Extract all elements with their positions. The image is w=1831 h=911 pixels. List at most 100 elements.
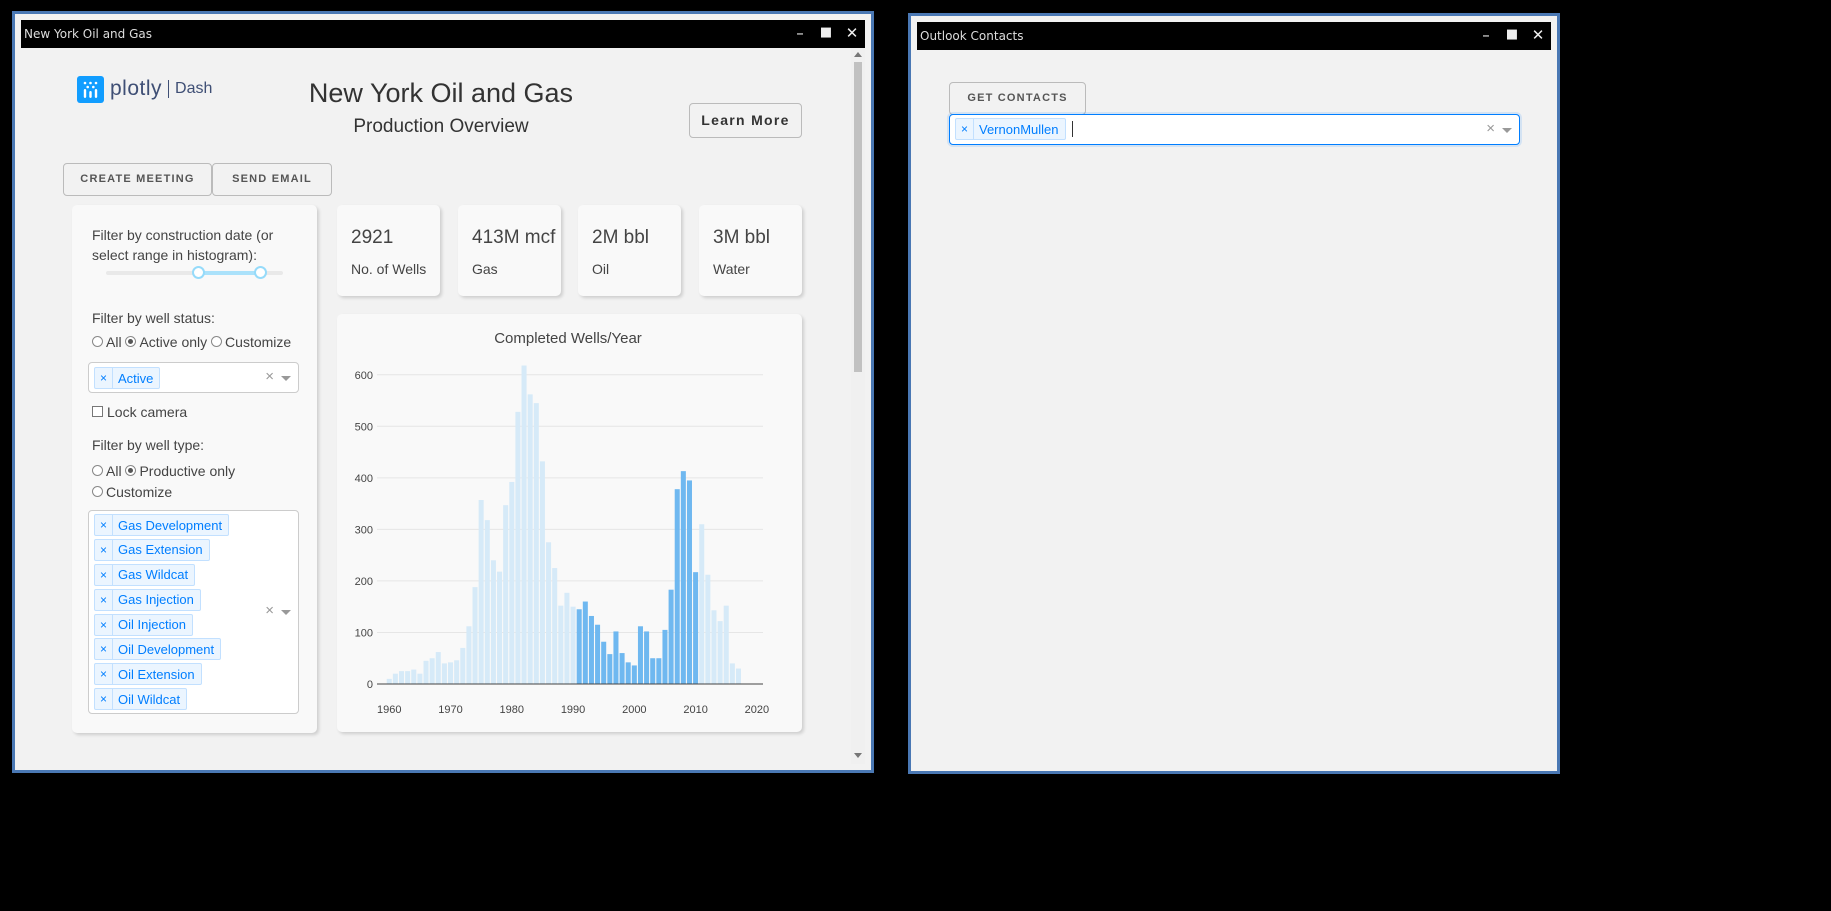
- status-radio-active[interactable]: Active only: [125, 334, 207, 350]
- contacts-multiselect[interactable]: × VernonMullen ×: [949, 114, 1520, 145]
- chart-bar: [552, 568, 558, 684]
- remove-tag-icon[interactable]: ×: [95, 639, 113, 660]
- close-icon[interactable]: ✕: [1529, 25, 1547, 45]
- type-radio-customize[interactable]: Customize: [92, 484, 172, 500]
- logo-divider: [168, 80, 170, 98]
- remove-tag-icon[interactable]: ×: [956, 119, 974, 139]
- clear-icon[interactable]: ×: [265, 602, 274, 619]
- chart-bar: [429, 658, 435, 684]
- chart-bar: [576, 609, 582, 684]
- chart-bar: [674, 489, 680, 684]
- maximize-icon[interactable]: ■: [1503, 25, 1521, 45]
- y-tick-label: 600: [355, 370, 373, 382]
- chevron-down-icon[interactable]: [281, 376, 291, 381]
- stat-value: 413M mcf: [472, 227, 556, 248]
- stat-card-oil: 2M bbl Oil: [578, 205, 681, 296]
- slider-handle-end[interactable]: [254, 266, 267, 279]
- window-outlook-contacts: Outlook Contacts – ■ ✕ GET CONTACTS × Ver…: [908, 13, 1560, 774]
- y-tick-label: 100: [355, 627, 373, 639]
- remove-tag-icon[interactable]: ×: [95, 539, 113, 560]
- type-tag-list: × Gas Development × Gas Extension × Gas Wildc…: [94, 514, 230, 711]
- chart-bar: [533, 403, 539, 684]
- remove-tag-icon[interactable]: ×: [95, 589, 113, 610]
- remove-tag-icon[interactable]: ×: [95, 368, 113, 388]
- chart-bar: [668, 589, 674, 684]
- y-tick-label: 500: [355, 421, 373, 433]
- chart-bar: [735, 668, 742, 684]
- chart-bar: [423, 660, 429, 684]
- scrollbar-thumb[interactable]: [854, 62, 862, 372]
- chart-bar: [570, 606, 576, 684]
- scrollbar-down-icon[interactable]: [854, 753, 862, 758]
- status-tag: × Active: [94, 367, 161, 389]
- chart-bar: [564, 592, 570, 684]
- type-tag: × Gas Extension: [94, 538, 210, 561]
- text-cursor[interactable]: [1071, 121, 1073, 137]
- status-multiselect[interactable]: × Active ×: [88, 362, 299, 393]
- type-tag: × Gas Injection: [94, 588, 201, 611]
- remove-tag-icon[interactable]: ×: [95, 664, 113, 685]
- chart-bar: [686, 480, 692, 684]
- y-tick-label: 0: [367, 679, 373, 691]
- scrollbar[interactable]: [851, 48, 865, 764]
- checkbox-icon[interactable]: [92, 406, 103, 417]
- chart-bar: [717, 621, 723, 684]
- chart-bar: [595, 624, 601, 684]
- y-tick-label: 300: [355, 524, 373, 536]
- maximize-icon[interactable]: ■: [817, 23, 835, 43]
- scrollbar-up-icon[interactable]: [854, 52, 862, 57]
- stat-value: 2M bbl: [592, 227, 650, 248]
- lock-camera-checkbox[interactable]: Lock camera: [92, 404, 187, 420]
- type-tag: × Oil Injection: [94, 613, 193, 636]
- minimize-icon[interactable]: –: [791, 23, 809, 43]
- chevron-down-icon[interactable]: [281, 610, 291, 615]
- remove-tag-icon[interactable]: ×: [95, 614, 113, 635]
- stat-value: 3M bbl: [713, 227, 771, 248]
- stat-label: Water: [713, 261, 750, 277]
- get-contacts-button[interactable]: GET CONTACTS: [949, 82, 1086, 115]
- chart-bar: [435, 652, 441, 684]
- minimize-icon[interactable]: –: [1477, 25, 1495, 45]
- stat-card-wells: 2921 No. of Wells: [337, 205, 440, 296]
- chart-bar: [448, 662, 454, 684]
- x-tick-label: 1990: [561, 704, 585, 716]
- send-email-button[interactable]: SEND EMAIL: [212, 163, 332, 196]
- chart-bar: [503, 505, 509, 684]
- chart-bar: [588, 615, 594, 684]
- remove-tag-icon[interactable]: ×: [95, 564, 113, 585]
- completed-wells-chart[interactable]: Completed Wells/Year 0 100 200 300 400 500 600 1…: [337, 314, 802, 732]
- stat-card-water: 3M bbl Water: [699, 205, 802, 296]
- remove-tag-icon[interactable]: ×: [95, 689, 113, 710]
- close-icon[interactable]: ✕: [843, 23, 861, 43]
- type-radio-productive[interactable]: Productive only: [125, 463, 235, 479]
- date-filter-label: Filter by construction date (or select r…: [92, 227, 274, 263]
- y-tick-label: 400: [355, 473, 373, 485]
- create-meeting-button[interactable]: CREATE MEETING: [63, 163, 212, 196]
- clear-icon[interactable]: ×: [1486, 120, 1495, 137]
- status-radio-customize[interactable]: Customize: [211, 334, 291, 350]
- window-content: Outlook Contacts – ■ ✕ GET CONTACTS × Ver…: [917, 22, 1551, 765]
- chart-bar: [607, 654, 613, 684]
- chart-bar: [527, 394, 533, 684]
- filter-panel: Filter by construction date (or select r…: [72, 205, 317, 733]
- titlebar[interactable]: New York Oil and Gas – ■ ✕: [21, 20, 865, 48]
- chart-bar: [411, 669, 417, 684]
- type-multiselect[interactable]: × Gas Development × Gas Extension × Gas Wildc…: [88, 510, 299, 714]
- chart-card: Completed Wells/Year 0 100 200 300 400 500 600 1…: [337, 314, 802, 732]
- status-radio-all[interactable]: All: [92, 334, 122, 350]
- type-radio-all[interactable]: All: [92, 463, 122, 479]
- plotly-logo-icon: [77, 75, 104, 103]
- chart-bar: [631, 665, 637, 684]
- chart-bar: [613, 631, 619, 684]
- remove-tag-icon[interactable]: ×: [95, 515, 113, 535]
- chevron-down-icon[interactable]: [1502, 128, 1512, 133]
- chart-bar: [484, 520, 490, 684]
- chart-bar: [460, 647, 466, 684]
- window-content: New York Oil and Gas – ■ ✕ plotly Dash N…: [21, 20, 865, 764]
- date-range-slider[interactable]: [106, 266, 283, 279]
- slider-handle-start[interactable]: [192, 266, 205, 279]
- titlebar[interactable]: Outlook Contacts – ■ ✕: [917, 22, 1551, 50]
- learn-more-button[interactable]: Learn More: [689, 103, 802, 138]
- clear-icon[interactable]: ×: [265, 368, 274, 385]
- chart-title: Completed Wells/Year: [494, 330, 642, 347]
